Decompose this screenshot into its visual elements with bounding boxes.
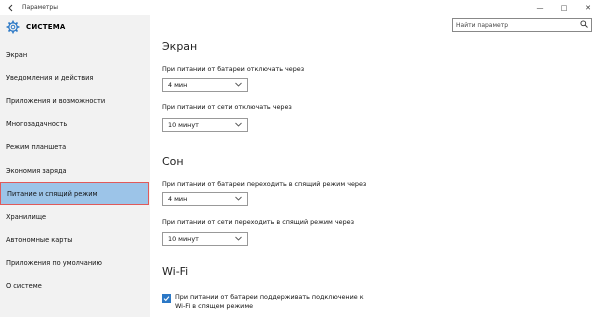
sidebar-item-label: Уведомления и действия [6, 73, 94, 82]
sidebar: СИСТЕМА Экран Уведомления и действия При… [0, 15, 150, 317]
chevron-down-icon [235, 235, 242, 243]
sidebar-item-label: Питание и спящий режим [7, 189, 98, 198]
system-header: СИСТЕМА [0, 15, 150, 39]
back-arrow-icon[interactable] [0, 0, 22, 15]
sidebar-item-label: Экономия заряда [6, 166, 67, 175]
sidebar-item-label: Приложения и возможности [6, 96, 106, 105]
search-input[interactable]: Найти параметр [452, 18, 592, 32]
sidebar-item-storage[interactable]: Хранилище [0, 205, 150, 228]
sidebar-item-label: Хранилище [6, 212, 47, 221]
sidebar-item-label: Многозадачность [6, 120, 68, 129]
gear-icon [6, 20, 20, 34]
wifi-sleep-checkbox[interactable] [162, 294, 171, 303]
close-button[interactable]: ✕ [576, 0, 600, 15]
chevron-down-icon [235, 121, 242, 129]
sidebar-item-default-apps[interactable]: Приложения по умолчанию [0, 252, 150, 275]
sidebar-item-offline-maps[interactable]: Автономные карты [0, 229, 150, 252]
sidebar-item-label: Приложения по умолчанию [6, 259, 102, 268]
sidebar-item-apps[interactable]: Приложения и возможности [0, 89, 150, 112]
search-icon[interactable] [580, 20, 588, 30]
screen-section-title: Экран [162, 40, 198, 53]
sidebar-item-power-sleep[interactable]: Питание и спящий режим [0, 182, 149, 206]
sidebar-item-multitasking[interactable]: Многозадачность [0, 113, 150, 136]
dropdown-value: 4 мин [168, 195, 188, 203]
system-title: СИСТЕМА [26, 23, 66, 31]
sidebar-item-notifications[interactable]: Уведомления и действия [0, 66, 150, 89]
wifi-sleep-label: При питании от батареи поддерживать подк… [175, 293, 364, 310]
settings-content: Найти параметр Экран При питании от бата… [150, 15, 600, 317]
sleep-ac-dropdown[interactable]: 10 минут [162, 232, 248, 246]
screen-ac-label: При питании от сети отключать через [162, 103, 292, 111]
chevron-down-icon [235, 195, 242, 203]
window-title: Параметры [22, 4, 58, 11]
wifi-sleep-option: При питании от батареи поддерживать подк… [162, 293, 375, 311]
dropdown-value: 10 минут [168, 121, 199, 129]
sidebar-item-label: Автономные карты [6, 236, 73, 245]
dropdown-value: 4 мин [168, 81, 188, 89]
sleep-battery-dropdown[interactable]: 4 мин [162, 192, 248, 206]
search-placeholder: Найти параметр [456, 21, 508, 29]
sidebar-item-battery-saver[interactable]: Экономия заряда [0, 159, 150, 182]
chevron-down-icon [235, 81, 242, 89]
screen-ac-dropdown[interactable]: 10 минут [162, 118, 248, 132]
sleep-ac-label: При питании от сети переходить в спящий … [162, 218, 354, 226]
wifi-section-title: Wi-Fi [162, 265, 189, 278]
sidebar-item-tablet-mode[interactable]: Режим планшета [0, 136, 150, 159]
minimize-button[interactable]: — [528, 0, 552, 15]
sidebar-item-screen[interactable]: Экран [0, 43, 150, 66]
check-icon [163, 296, 170, 302]
sidebar-item-label: Экран [6, 50, 28, 59]
sleep-battery-label: При питании от батареи переходить в спящ… [162, 180, 367, 188]
maximize-button[interactable]: □ [552, 0, 576, 15]
window-controls: — □ ✕ [528, 0, 600, 15]
sidebar-item-label: О системе [6, 282, 42, 291]
title-bar: Параметры — □ ✕ [0, 0, 600, 15]
sidebar-item-about[interactable]: О системе [0, 275, 150, 298]
sidebar-item-label: Режим планшета [6, 143, 67, 152]
dropdown-value: 10 минут [168, 235, 199, 243]
sleep-section-title: Сон [162, 155, 184, 168]
screen-battery-label: При питании от батареи отключать через [162, 65, 305, 73]
screen-battery-dropdown[interactable]: 4 мин [162, 78, 248, 92]
sidebar-nav: Экран Уведомления и действия Приложения … [0, 43, 150, 298]
